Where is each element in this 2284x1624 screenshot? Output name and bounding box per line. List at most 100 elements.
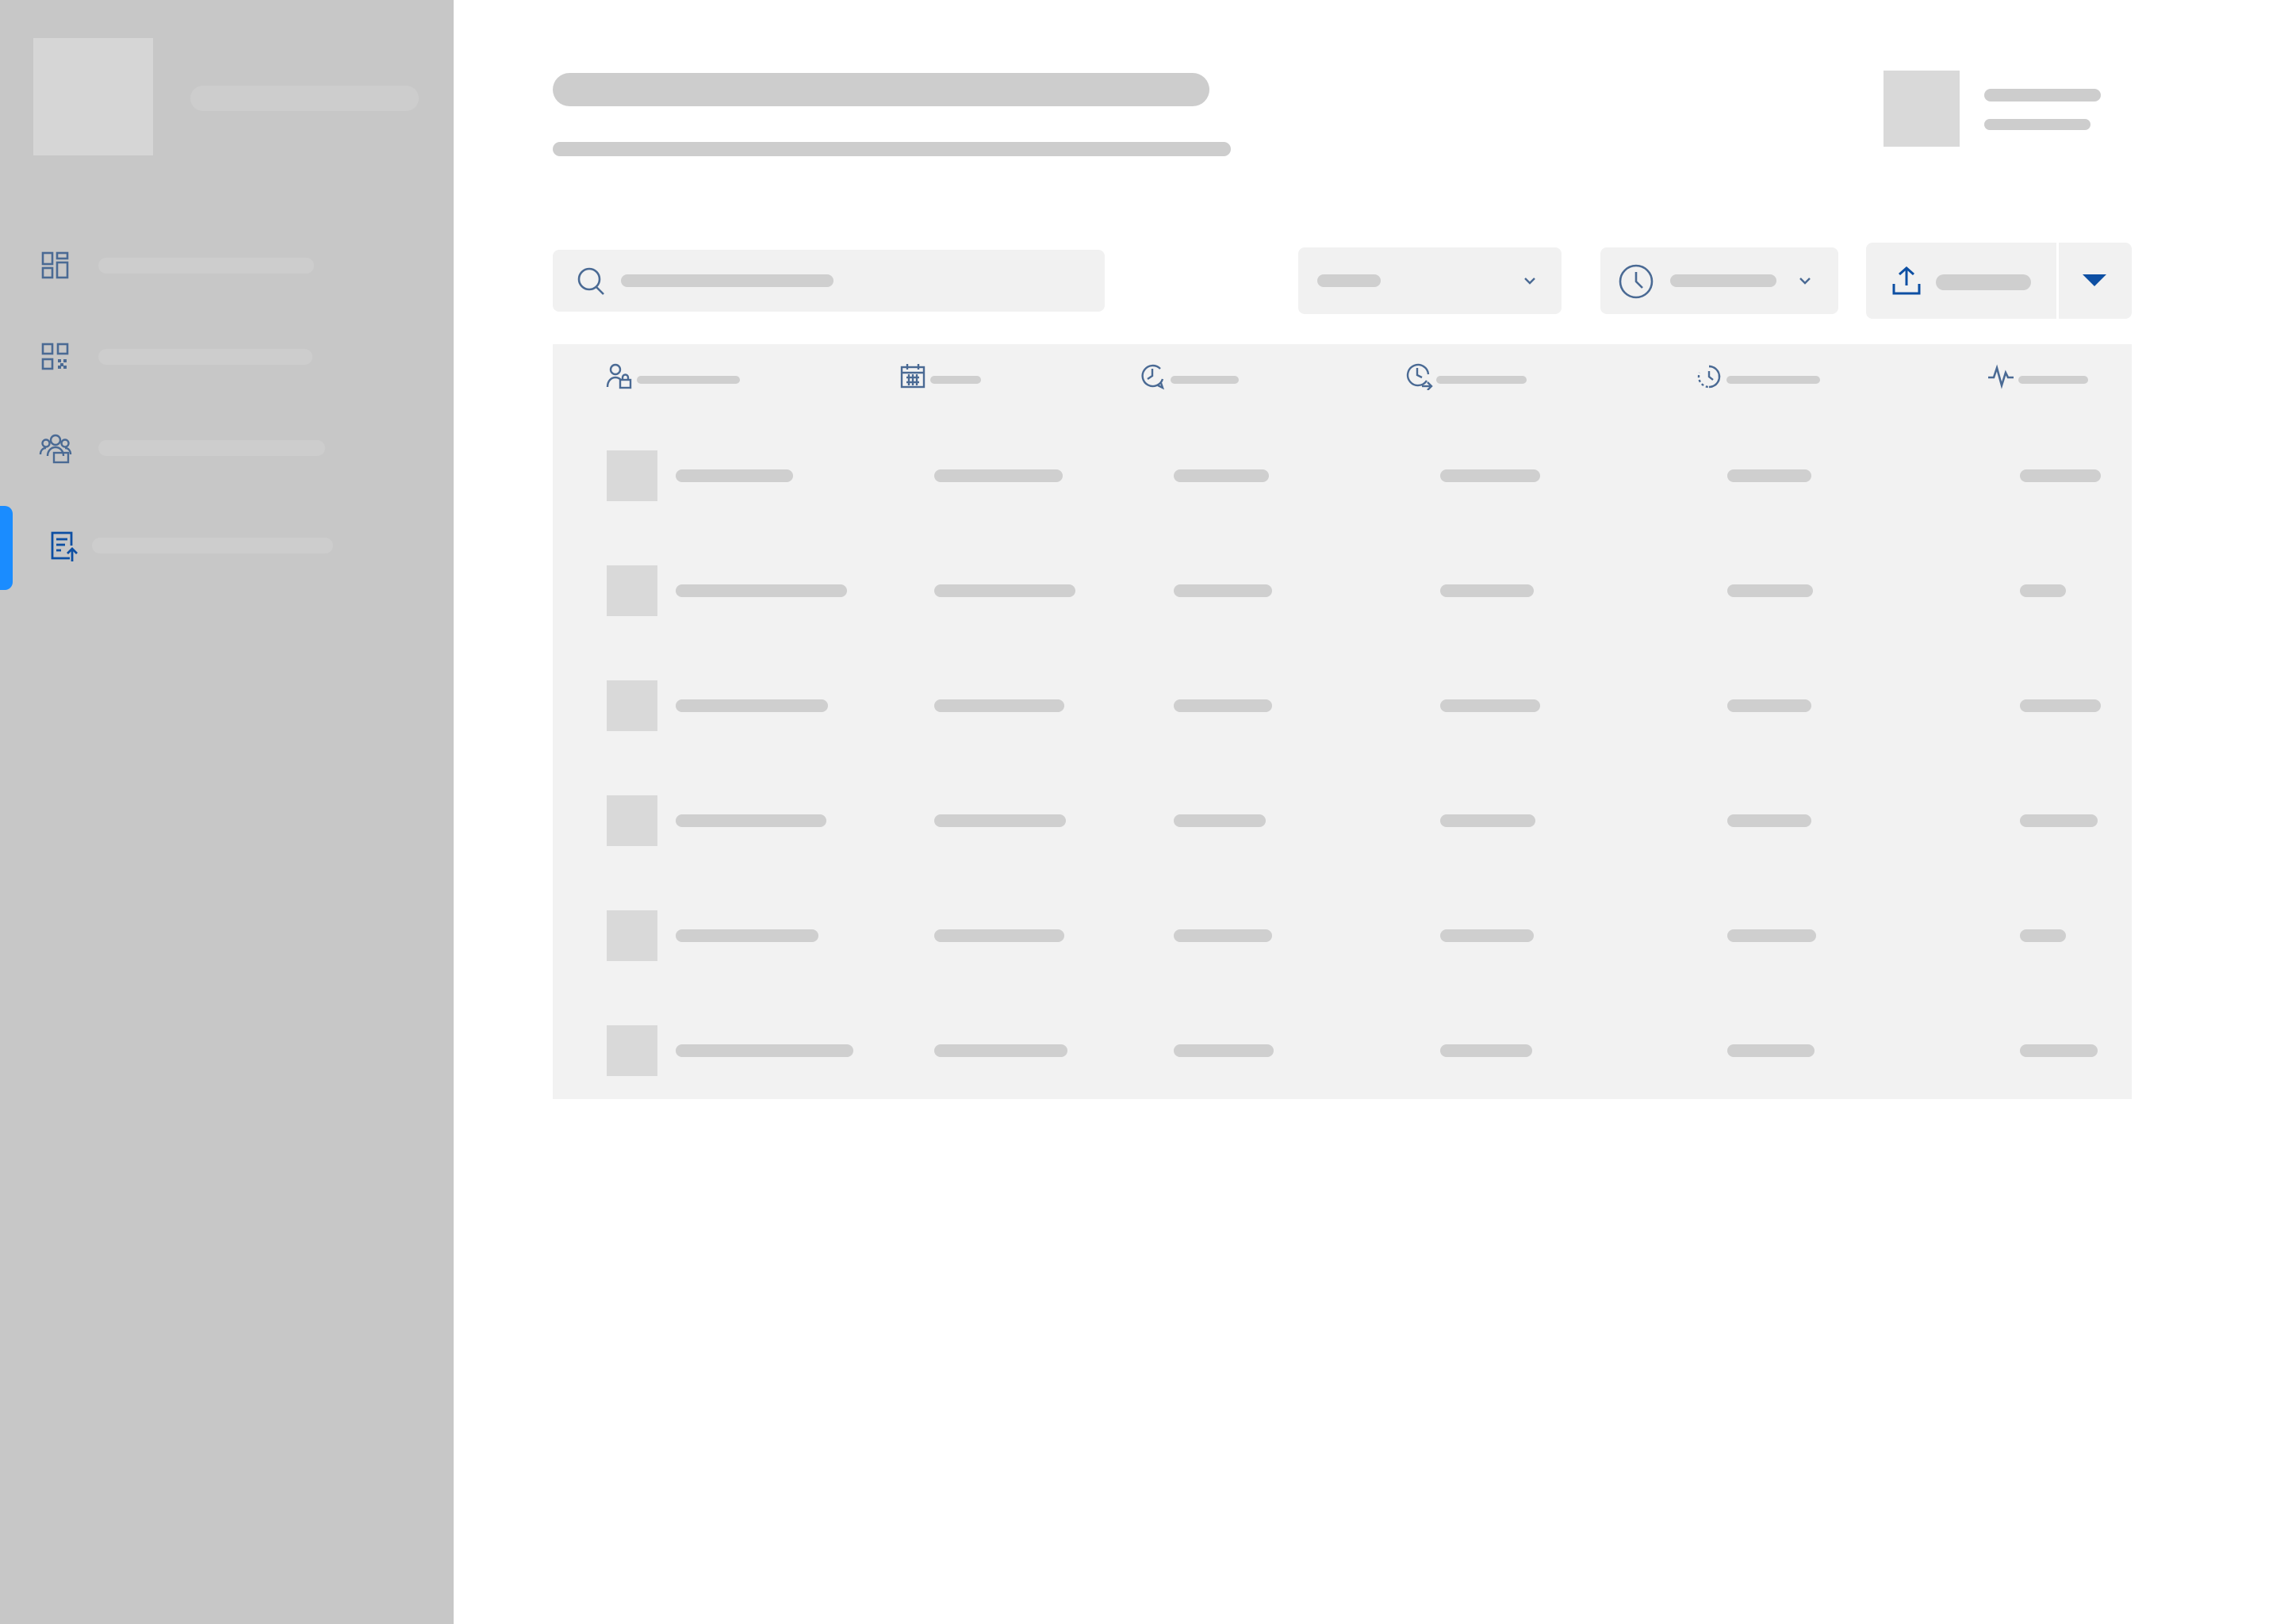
table-cell: [2020, 929, 2066, 942]
user-role-placeholder: [1984, 119, 2090, 130]
column-label: [1171, 376, 1239, 384]
timer-icon: [1695, 362, 1723, 390]
clock-icon: [1618, 263, 1654, 300]
table-cell: [1174, 469, 1269, 482]
sidebar-item-label: [98, 349, 312, 365]
table-cell: [1727, 1044, 1815, 1057]
table-cell: [2020, 699, 2101, 712]
table-row[interactable]: [553, 910, 2132, 990]
column-header[interactable]: [605, 362, 748, 393]
time-range-placeholder: [1670, 274, 1776, 287]
qr-code-icon: [38, 339, 73, 374]
table-cell: [676, 1044, 853, 1057]
table-row[interactable]: [553, 1025, 2132, 1105]
sidebar-item-label: [92, 538, 333, 553]
row-thumbnail: [607, 680, 657, 731]
search-icon: [575, 266, 607, 297]
table-cell: [934, 1044, 1067, 1057]
sidebar-item-dashboard[interactable]: [0, 234, 454, 297]
page-title-placeholder: [553, 73, 1209, 106]
table-cell: [934, 699, 1064, 712]
calendar-icon: [899, 362, 927, 390]
column-header[interactable]: [1139, 362, 1250, 393]
table-cell: [1727, 699, 1811, 712]
activity-icon: [1987, 362, 2015, 390]
column-label: [637, 376, 740, 384]
column-label: [2018, 376, 2088, 384]
table-cell: [1727, 469, 1811, 482]
table-cell: [1440, 699, 1540, 712]
table-cell: [2020, 814, 2098, 827]
table-cell: [1440, 929, 1534, 942]
page-subtitle-placeholder: [553, 142, 1231, 156]
sidebar: [0, 0, 454, 1624]
table-cell: [1174, 699, 1272, 712]
table-cell: [1727, 929, 1816, 942]
sidebar-item-label: [98, 440, 325, 456]
user-lock-icon: [605, 362, 634, 390]
avatar[interactable]: [1884, 71, 1960, 147]
column-label: [1726, 376, 1820, 384]
caret-down-icon: [2083, 274, 2106, 286]
table-cell: [1174, 1044, 1274, 1057]
table-row[interactable]: [553, 565, 2132, 645]
table-cell: [934, 469, 1063, 482]
export-menu-button[interactable]: [2059, 243, 2132, 319]
column-label: [1436, 376, 1527, 384]
table-row[interactable]: [553, 795, 2132, 875]
chevron-down-icon: [1522, 273, 1538, 289]
export-label-placeholder: [1936, 274, 2031, 290]
table-cell: [676, 469, 793, 482]
column-header[interactable]: [1987, 362, 2098, 393]
table-cell: [676, 699, 828, 712]
user-name-placeholder: [1984, 89, 2101, 102]
search-input[interactable]: [553, 250, 1105, 312]
row-thumbnail: [607, 565, 657, 616]
clock-history-icon: [1139, 362, 1167, 390]
team-icon: [38, 431, 73, 465]
active-indicator: [0, 506, 13, 590]
table-cell: [1440, 584, 1534, 597]
chevron-down-icon: [1797, 273, 1813, 289]
row-thumbnail: [607, 1025, 657, 1076]
sidebar-item-label: [98, 258, 314, 274]
row-thumbnail: [607, 910, 657, 961]
table-cell: [676, 814, 826, 827]
table-cell: [1727, 814, 1811, 827]
table-cell: [1440, 814, 1535, 827]
sidebar-item-uploads[interactable]: [0, 506, 454, 590]
sidebar-item-team[interactable]: [0, 416, 454, 480]
column-header[interactable]: [899, 362, 994, 393]
time-range-dropdown[interactable]: [1600, 247, 1838, 314]
app-window: [0, 0, 2284, 1624]
column-header[interactable]: [1695, 362, 1822, 393]
table-cell: [1174, 929, 1272, 942]
filter-selected-placeholder: [1317, 274, 1381, 287]
table-cell: [1174, 584, 1272, 597]
upload-document-icon: [46, 528, 81, 563]
table-cell: [2020, 469, 2101, 482]
table-row[interactable]: [553, 450, 2132, 530]
export-button[interactable]: [1866, 243, 2056, 319]
table-cell: [2020, 584, 2066, 597]
filter-dropdown[interactable]: [1298, 247, 1562, 314]
logo-placeholder[interactable]: [33, 38, 153, 155]
table-cell: [676, 929, 818, 942]
upload-icon: [1890, 265, 1923, 298]
dashboard-icon: [38, 248, 73, 283]
sidebar-item-qr-codes[interactable]: [0, 325, 454, 389]
clock-forward-icon: [1405, 362, 1433, 390]
search-placeholder: [621, 274, 834, 287]
table-cell: [1440, 469, 1540, 482]
table-cell: [1440, 1044, 1532, 1057]
brand-name-placeholder: [190, 86, 419, 111]
table-cell: [934, 929, 1064, 942]
column-label: [930, 376, 981, 384]
table-cell: [934, 814, 1066, 827]
table-cell: [1727, 584, 1813, 597]
data-table: [553, 344, 2132, 1099]
table-row[interactable]: [553, 680, 2132, 760]
table-cell: [934, 584, 1075, 597]
column-header[interactable]: [1405, 362, 1531, 393]
row-thumbnail: [607, 450, 657, 501]
